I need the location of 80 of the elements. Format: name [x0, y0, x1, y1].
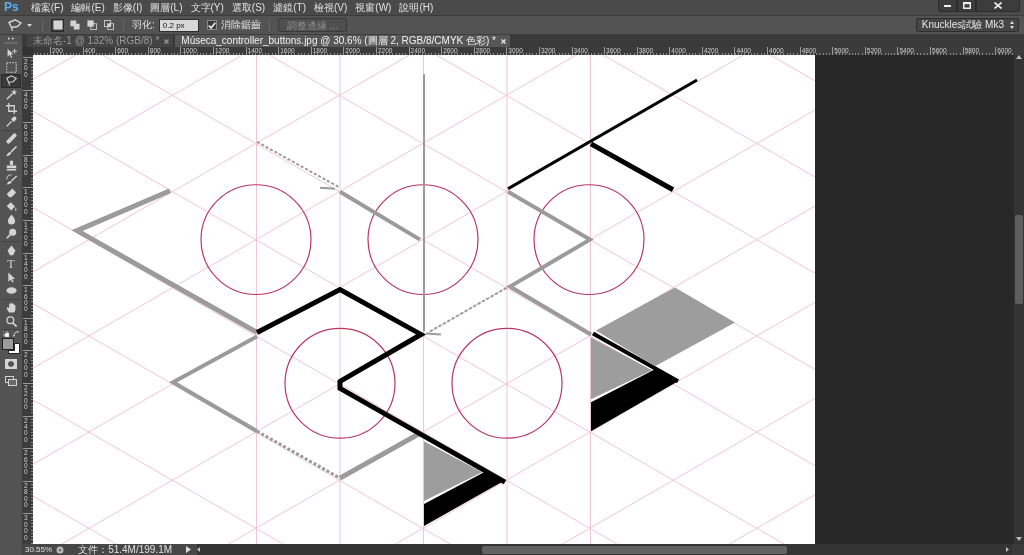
- tool-button[interactable]: [1, 74, 21, 88]
- menu-item[interactable]: 文字(Y): [186, 0, 228, 15]
- magic-wand-icon[interactable]: [5, 89, 17, 101]
- scrollbar-thumb[interactable]: [482, 545, 788, 554]
- selection-mode-button[interactable]: [102, 18, 115, 32]
- app-logo: Ps: [4, 0, 19, 15]
- history-brush-icon[interactable]: [5, 173, 17, 185]
- selection-mode-button[interactable]: [51, 18, 64, 32]
- horizontal-scrollbar[interactable]: [197, 544, 1012, 555]
- scroll-right-icon[interactable]: [1006, 547, 1009, 552]
- triangle-shape: [424, 441, 482, 502]
- intersect-squares-icon: [103, 20, 114, 30]
- menu-item[interactable]: 影像(I): [108, 0, 147, 15]
- crop-icon[interactable]: [5, 102, 17, 114]
- union-squares-icon: [69, 20, 80, 30]
- zoom-icon[interactable]: [5, 315, 17, 327]
- ellipse-icon[interactable]: [5, 285, 17, 297]
- lasso-icon: [8, 19, 22, 31]
- anti-alias-label[interactable]: 消除鋸齒: [220, 19, 261, 31]
- foreground-swatch-icon[interactable]: [2, 337, 14, 350]
- anti-alias-checkbox[interactable]: [206, 20, 217, 30]
- document-size-info[interactable]: 文件：51.4M/199.1M: [78, 544, 173, 555]
- menu-item[interactable]: 檢視(V): [309, 0, 352, 15]
- document-tab[interactable]: 未命名-1 @ 132% (RGB/8) *: [27, 35, 174, 47]
- workspace-dropdown[interactable]: Knuckles試驗 Mk3: [915, 18, 1019, 32]
- minimize-icon: [944, 4, 951, 7]
- lollipop-icon[interactable]: [5, 228, 17, 239]
- swap-arrow-icon[interactable]: [13, 330, 19, 337]
- stamp-icon[interactable]: [5, 160, 17, 172]
- menu-item[interactable]: 視窗(W): [351, 0, 396, 15]
- caret-icon: [27, 23, 32, 27]
- square-icon: [52, 20, 63, 30]
- maximize-icon: [962, 2, 971, 9]
- checkmark-icon: [207, 21, 216, 29]
- menu-item[interactable]: 選取(S): [227, 0, 270, 15]
- dashed-square-icon[interactable]: [5, 61, 17, 73]
- close-icon[interactable]: [164, 38, 170, 44]
- selection-mode-button[interactable]: [68, 18, 81, 32]
- tool-preset-button[interactable]: [6, 18, 34, 32]
- background-swatch-icon[interactable]: [8, 342, 20, 354]
- bandage-icon[interactable]: [5, 132, 17, 144]
- pen-nib-icon[interactable]: [5, 244, 17, 256]
- scrollbar-thumb[interactable]: [1015, 215, 1023, 304]
- type-tool-button[interactable]: T: [1, 256, 21, 271]
- brush-icon[interactable]: [5, 146, 17, 158]
- menu-item[interactable]: 圖層(L): [146, 0, 187, 15]
- updown-caret-icon: [1010, 21, 1014, 29]
- drop-icon[interactable]: [5, 214, 17, 226]
- short-line: [425, 332, 442, 336]
- zoom-percentage[interactable]: 30.55%: [23, 544, 57, 555]
- feather-field[interactable]: 0.2 px: [158, 18, 199, 32]
- eyedropper-icon[interactable]: [5, 116, 17, 128]
- quick-mask-icon[interactable]: [5, 358, 17, 369]
- circle-icon[interactable]: [56, 545, 65, 554]
- default-colors-icon[interactable]: [3, 330, 9, 337]
- minimize-button[interactable]: [938, 0, 957, 12]
- screen-mode-icon[interactable]: [5, 376, 17, 387]
- move-icon[interactable]: [5, 48, 17, 60]
- feather-label: 羽化:: [132, 19, 155, 31]
- paint-bucket-icon[interactable]: [5, 200, 17, 212]
- menu-triangle-icon[interactable]: [186, 546, 192, 553]
- menu-item[interactable]: 濾鏡(T): [269, 0, 310, 15]
- menu-item[interactable]: 說明(H): [395, 0, 438, 15]
- short-line: [319, 186, 336, 190]
- collapse-arrows-icon[interactable]: [7, 37, 15, 40]
- close-icon: [994, 2, 1002, 9]
- selection-mode-button[interactable]: [85, 18, 98, 32]
- maximize-button[interactable]: [957, 0, 976, 12]
- eraser-icon[interactable]: [5, 187, 17, 199]
- lasso-icon[interactable]: [5, 75, 17, 87]
- menu-item[interactable]: 編輯(E): [67, 0, 109, 15]
- scroll-down-icon[interactable]: [1016, 537, 1022, 541]
- scroll-left-icon[interactable]: [197, 547, 201, 552]
- subtract-squares-icon: [86, 20, 97, 30]
- hand-icon[interactable]: [5, 302, 17, 313]
- pointer-icon[interactable]: [5, 271, 17, 283]
- triangle-shape: [591, 337, 652, 400]
- menu-item[interactable]: 檔案(F): [26, 0, 68, 15]
- document-tab[interactable]: Múseca_controller_buttons.jpg @ 30.6% (圖層 2, RGB/8/CMYK 色彩) *: [175, 35, 510, 47]
- close-button[interactable]: [976, 0, 1020, 12]
